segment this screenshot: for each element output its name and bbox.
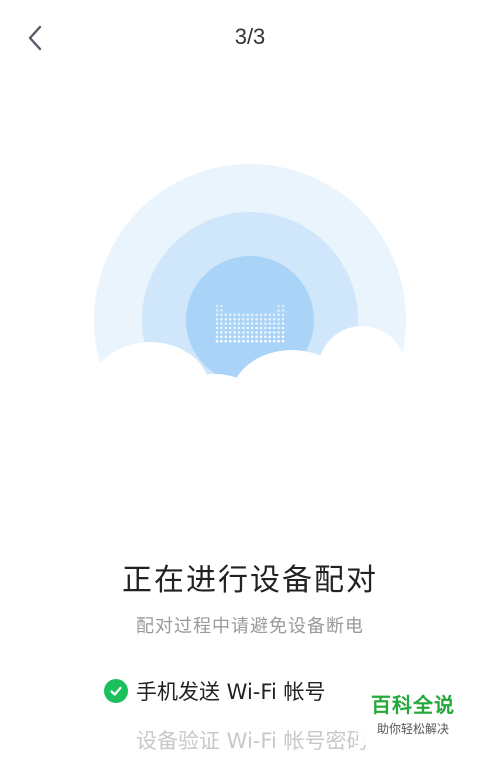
step-label: 手机发送 Wi-Fi 帐号 bbox=[136, 680, 326, 704]
check-circle-icon bbox=[104, 679, 128, 703]
top-bar: 3/3 bbox=[0, 0, 500, 80]
pairing-illustration bbox=[0, 150, 500, 450]
step-indicator: 3/3 bbox=[234, 24, 266, 49]
watermark-title: 百科全说 bbox=[371, 693, 455, 717]
step-send-wifi: 手机发送 Wi-Fi 帐号 bbox=[104, 676, 325, 706]
page-title: 正在进行设备配对 bbox=[122, 563, 378, 598]
watermark-logo: 百科全说 助你轻松解决 bbox=[358, 685, 468, 745]
page-subtitle: 配对过程中请避免设备断电 bbox=[136, 616, 364, 637]
watermark-subtitle: 助你轻松解决 bbox=[376, 722, 449, 736]
step-label: 设备验证 Wi-Fi 帐号密码 bbox=[136, 729, 368, 753]
step-verify-wifi: 设备验证 Wi-Fi 帐号密码 bbox=[136, 725, 367, 755]
